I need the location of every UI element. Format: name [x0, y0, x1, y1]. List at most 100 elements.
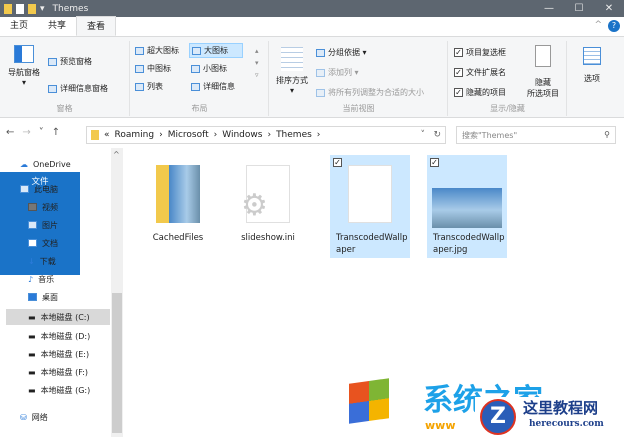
sidebar-item-this-pc[interactable]: 此电脑: [6, 181, 110, 197]
properties-icon[interactable]: [16, 3, 24, 14]
customize-dropdown-icon[interactable]: ▾: [40, 4, 45, 14]
breadcrumb-microsoft[interactable]: Microsoft: [168, 130, 209, 140]
size-columns-label: 将所有列调整为合适的大小: [328, 88, 424, 97]
recent-locations-button[interactable]: ˅: [39, 127, 44, 138]
add-column-label: 添加列 ▾: [328, 68, 359, 77]
group-label-pane: 窗格: [56, 104, 73, 113]
file-extensions-toggle[interactable]: ✓ 文件扩展名: [454, 67, 506, 78]
item-checkboxes-toggle[interactable]: ✓ 项目复选框: [454, 47, 506, 58]
sidebar-label: 本地磁盘 (C:): [40, 312, 90, 322]
breadcrumb-separator[interactable]: ›: [267, 130, 271, 140]
hidden-items-label: 隐藏的项目: [466, 88, 506, 97]
layout-large[interactable]: 大图标: [189, 43, 243, 58]
tab-view[interactable]: 查看: [76, 16, 117, 36]
sidebar-item-music[interactable]: ♪ 音乐: [6, 271, 110, 287]
tab-home[interactable]: 主页: [0, 16, 38, 36]
breadcrumb-windows[interactable]: Windows: [222, 130, 262, 140]
forward-button[interactable]: →: [22, 127, 30, 138]
sidebar-item-videos[interactable]: 视频: [6, 199, 110, 215]
checkbox-checked-icon[interactable]: ✓: [430, 158, 439, 167]
sidebar-item-network[interactable]: ⛁ 网络: [6, 409, 110, 425]
sidebar-item-drive-e[interactable]: ▬ 本地磁盘 (E:): [6, 346, 110, 362]
file-item-transcodedwallpaper-jpg[interactable]: ✓ TranscodedWallpaper.jpg: [427, 155, 507, 258]
layout-extra-large[interactable]: 超大图标: [135, 45, 179, 56]
nav-pane-button[interactable]: 导航窗格 ▾: [4, 45, 44, 87]
hide-selected-button[interactable]: 隐藏 所选项目: [521, 45, 565, 99]
tab-share[interactable]: 共享: [38, 16, 76, 36]
scroll-up-icon[interactable]: ^: [113, 150, 120, 159]
sidebar-item-drive-d[interactable]: ▬ 本地磁盘 (D:): [6, 328, 110, 344]
layout-list[interactable]: 列表: [135, 81, 163, 92]
music-icon: ♪: [28, 274, 34, 284]
size-columns-icon: [316, 88, 325, 97]
folder-icon: [156, 165, 200, 223]
details-pane-label: 详细信息窗格: [60, 84, 108, 93]
sidebar-item-drive-c[interactable]: ▬ 本地磁盘 (C:): [6, 309, 110, 325]
sidebar-item-drive-f[interactable]: ▬ 本地磁盘 (F:): [6, 364, 110, 380]
layout-scroll[interactable]: ▴ ▾ ▿: [255, 45, 259, 81]
hide-label-2: 所选项目: [527, 89, 559, 98]
layout-details[interactable]: 详细信息: [191, 81, 235, 92]
sidebar-item-desktop[interactable]: 桌面: [6, 289, 110, 305]
sidebar-label: 此电脑: [34, 184, 58, 194]
preview-pane-button[interactable]: 预览窗格: [48, 56, 92, 67]
minimize-button[interactable]: —: [534, 0, 564, 17]
breadcrumb-themes[interactable]: Themes: [276, 130, 312, 140]
options-button[interactable]: 选项: [572, 47, 612, 84]
sidebar-item-drive-g[interactable]: ▬ 本地磁盘 (G:): [6, 382, 110, 398]
sidebar-item-pictures[interactable]: 图片: [6, 217, 110, 233]
checkbox-checked-icon[interactable]: ✓: [333, 158, 342, 167]
breadcrumb-separator[interactable]: ›: [317, 130, 321, 140]
search-input[interactable]: 搜索"Themes" ⚲: [456, 126, 616, 144]
back-button[interactable]: ←: [6, 127, 14, 138]
picture-icon: [28, 221, 37, 229]
address-path[interactable]: « Roaming › Microsoft › Windows › Themes…: [86, 126, 446, 144]
up-button[interactable]: ↑: [52, 127, 60, 138]
help-icon[interactable]: ?: [608, 20, 620, 32]
sort-by-button[interactable]: 排序方式 ▾: [272, 47, 312, 95]
file-item-transcodedwallpaper[interactable]: ✓ TranscodedWallpaper: [330, 155, 410, 258]
sidebar-item-documents[interactable]: 文档: [6, 235, 110, 251]
layout-label: 小图标: [203, 64, 227, 73]
drive-icon: ▬: [28, 312, 36, 322]
navigation-scrollbar[interactable]: ^: [111, 148, 123, 437]
file-item-cachedfiles[interactable]: CachedFiles: [138, 155, 218, 258]
group-by-button[interactable]: 分组依据 ▾: [316, 47, 367, 58]
layout-medium[interactable]: 中图标: [135, 63, 171, 74]
group-label-show-hide: 显示/隐藏: [490, 104, 525, 113]
sidebar-item-downloads[interactable]: ↓ 下载: [6, 253, 110, 269]
layout-label: 列表: [147, 82, 163, 91]
layout-small[interactable]: 小图标: [191, 63, 227, 74]
breadcrumb-separator[interactable]: ›: [214, 130, 218, 140]
breadcrumb-separator[interactable]: ›: [159, 130, 163, 140]
overflow-crumb[interactable]: «: [104, 130, 110, 140]
close-button[interactable]: ✕: [594, 0, 624, 17]
nav-pane-label: 导航窗格: [8, 68, 40, 77]
nav-pane-icon: [14, 45, 34, 63]
image-thumbnail: [432, 188, 502, 228]
add-column-button[interactable]: 添加列 ▾: [316, 67, 359, 78]
new-folder-icon[interactable]: [28, 3, 36, 14]
hidden-items-toggle[interactable]: ✓ 隐藏的项目: [454, 87, 506, 98]
refresh-icon[interactable]: ↻: [433, 130, 441, 140]
breadcrumb-roaming[interactable]: Roaming: [115, 130, 155, 140]
file-item-slideshow-ini[interactable]: ⚙ slideshow.ini: [228, 155, 308, 258]
title-bar: ▾ Themes — ☐ ✕: [0, 0, 624, 17]
sidebar-item-onedrive[interactable]: ☁ OneDrive: [6, 156, 110, 172]
computer-icon: [20, 185, 29, 193]
ribbon-tabs: 文件 主页 共享 查看 ^ ?: [0, 16, 624, 275]
maximize-button[interactable]: ☐: [564, 0, 594, 17]
size-columns-button[interactable]: 将所有列调整为合适的大小: [316, 87, 424, 98]
sidebar-label: 本地磁盘 (G:): [40, 385, 91, 395]
collapse-ribbon-icon[interactable]: ^: [594, 20, 602, 30]
scrollbar-thumb[interactable]: [112, 293, 122, 433]
drive-icon: ▬: [28, 331, 36, 341]
desktop-icon: [28, 293, 37, 301]
sidebar-label: OneDrive: [33, 159, 71, 169]
network-icon: ⛁: [20, 412, 27, 422]
current-view-group: 排序方式 ▾ 分组依据 ▾ 添加列 ▾ 将所有列调整为合适的大小 当前视图: [270, 41, 448, 116]
details-pane-icon: [48, 84, 57, 93]
details-pane-button[interactable]: 详细信息窗格: [48, 83, 108, 94]
file-name: TranscodedWallpaper.jpg: [433, 233, 505, 255]
address-dropdown-icon[interactable]: ˅: [421, 130, 426, 140]
